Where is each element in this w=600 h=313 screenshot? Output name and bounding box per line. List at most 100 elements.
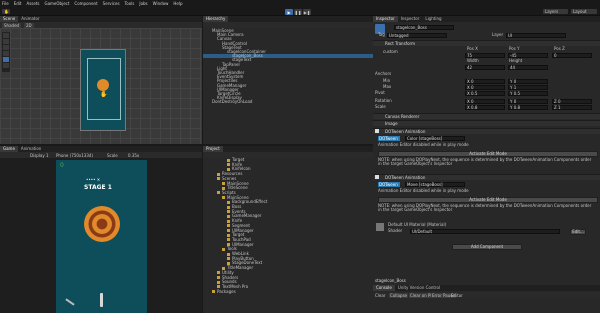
width-field[interactable]: 42 (465, 65, 505, 70)
posx-label: Pos X (467, 46, 478, 51)
transform-tool-icon[interactable] (3, 57, 9, 62)
custom-tool-icon[interactable] (3, 63, 9, 68)
tab-project[interactable]: Project (203, 146, 223, 152)
tab-inspector-2[interactable]: Inspector (398, 16, 423, 22)
height-field[interactable]: 44 (508, 65, 548, 70)
hierarchy-panel: Hierarchy MainScene Main Camera Canvas Hand… (203, 16, 373, 144)
menu-item[interactable]: Assets (26, 1, 39, 6)
menu-item[interactable]: Help (173, 1, 182, 6)
folder-icon (227, 252, 230, 256)
tab-inspector[interactable]: Inspector (373, 16, 398, 22)
layout-dropdown[interactable]: Layout (571, 9, 597, 14)
project-item-label: Packages (217, 288, 236, 294)
hand-tool-icon[interactable]: ✋ (2, 9, 10, 14)
folder-icon (222, 182, 225, 185)
menu-item[interactable]: Services (103, 1, 120, 6)
folder-icon (227, 200, 230, 204)
step-button[interactable]: ▶❚ (303, 9, 311, 15)
object-name-field[interactable]: stageIcon_Boss (394, 25, 454, 30)
pivot-y-field[interactable]: Y 0.5 (508, 91, 548, 96)
material-label: Default UI Material (Material) (388, 222, 447, 227)
rotate-tool-icon[interactable] (3, 39, 9, 44)
component-checkbox[interactable] (375, 129, 379, 133)
project-item[interactable]: UIManager (203, 228, 254, 233)
menu-item[interactable]: GameObject (44, 1, 69, 6)
console-toolbar: Clear Collapse Clear on Play Error Pause… (373, 292, 600, 298)
folder-icon (227, 229, 230, 232)
rot-x-field[interactable]: X 0 (465, 99, 505, 104)
posz-label: Pos Z (554, 46, 565, 51)
rect-tool-icon[interactable] (3, 51, 9, 56)
display-dropdown[interactable]: Display 1 (30, 153, 49, 158)
menu-item[interactable]: Edit (14, 1, 22, 6)
max-x-field[interactable]: X 0 (465, 85, 505, 90)
dotween-header-2[interactable]: DOTween Animation (373, 174, 600, 180)
edit-shader-button[interactable]: Edit... (570, 229, 586, 235)
hierarchy-item[interactable]: DontDestroyOnLoad (203, 100, 373, 104)
game-view[interactable]: 0 •••• ✕ STAGE 1 (56, 160, 147, 313)
shader-label: Shader (388, 228, 403, 233)
pivot-x-field[interactable]: X 0.5 (465, 91, 505, 96)
shader-dropdown[interactable]: UI/Default (410, 229, 560, 234)
play-button[interactable]: ▶ (285, 9, 293, 15)
layer-dropdown[interactable]: UI (506, 33, 566, 38)
scale-z-field[interactable]: Z 1 (552, 105, 592, 110)
rect-transform-header[interactable]: Rect Transform (373, 40, 600, 46)
knife-icon (100, 293, 103, 307)
collapse-toggle[interactable]: Collapse (389, 293, 408, 298)
dotween-move-title[interactable]: Move [stageBoss] (405, 182, 465, 187)
folder-icon (217, 177, 220, 181)
dotween-color-title[interactable]: Color [stageBoss] (405, 136, 465, 141)
min-x-field[interactable]: X 0 (465, 79, 505, 84)
doplaynext-note-2: NOTE: when using DOPlayNext, the sequenc… (378, 203, 592, 212)
component-checkbox[interactable] (375, 175, 379, 179)
layers-dropdown[interactable]: Layers (543, 9, 568, 14)
tab-lighting[interactable]: Lighting (422, 16, 444, 22)
tab-version-control[interactable]: Unity Version Control (395, 285, 443, 291)
menu-item[interactable]: Component (74, 1, 97, 6)
scale-value[interactable]: 0.35x (128, 153, 139, 158)
resolution-dropdown[interactable]: Phone (750x1334) (56, 153, 93, 158)
posz-field[interactable]: 0 (552, 53, 592, 58)
menu-item[interactable]: File (2, 1, 9, 6)
pivot-label: Pivot (375, 90, 385, 95)
scene-boss-icon (97, 79, 109, 91)
folder-icon (227, 224, 230, 228)
scale-y-field[interactable]: Y 0.8 (508, 105, 548, 110)
menu-item[interactable]: Jobs (139, 1, 147, 6)
menu-item[interactable]: Tools (125, 1, 135, 6)
tab-hierarchy[interactable]: Hierarchy (203, 16, 229, 22)
scale-label: Scale (375, 104, 386, 109)
stuck-knife-icon (65, 298, 75, 306)
image-header[interactable]: Image (373, 120, 600, 126)
tag-label: Tag (378, 32, 385, 37)
project-item[interactable]: Packages (203, 288, 236, 294)
canvas-renderer-header[interactable]: Canvas Renderer (373, 113, 600, 119)
project-panel: Project Target Knife KnifeIcon Resources Sce… (203, 146, 373, 313)
move-tool-icon[interactable] (3, 33, 9, 38)
editor-dropdown[interactable]: Editor (451, 293, 463, 298)
rotation-label: Rotation (375, 98, 392, 103)
add-component-button[interactable]: Add Component (452, 244, 522, 250)
folder-icon (227, 257, 230, 261)
anchors-label: Anchors (375, 71, 392, 76)
tag-dropdown[interactable]: Untagged (387, 33, 447, 38)
folder-icon (227, 163, 230, 167)
pause-button[interactable]: ❚❚ (294, 9, 302, 15)
folder-icon (222, 196, 225, 200)
anim-editor-note: Animation Editor disabled while in play … (378, 142, 469, 147)
min-y-field[interactable]: Y 0 (508, 79, 548, 84)
rot-y-field[interactable]: Y 0 (508, 99, 548, 104)
scene-canvas[interactable]: ✋ (80, 49, 126, 131)
dotween-header-1[interactable]: DOTween Animation (373, 128, 600, 134)
clear-button[interactable]: Clear (375, 293, 385, 298)
stage-text: STAGE 1 (84, 184, 112, 191)
tab-console[interactable]: Console (373, 285, 395, 291)
max-y-field[interactable]: Y 1 (508, 85, 548, 90)
rot-z-field[interactable]: Z 0 (552, 99, 592, 104)
scale-tool-icon[interactable] (3, 45, 9, 50)
doplaynext-note: NOTE: when using DOPlayNext, the sequenc… (378, 157, 592, 166)
scale-x-field[interactable]: X 0.8 (465, 105, 505, 110)
anchor-preset-label: custom (383, 49, 398, 54)
menu-item[interactable]: Window (153, 1, 169, 6)
